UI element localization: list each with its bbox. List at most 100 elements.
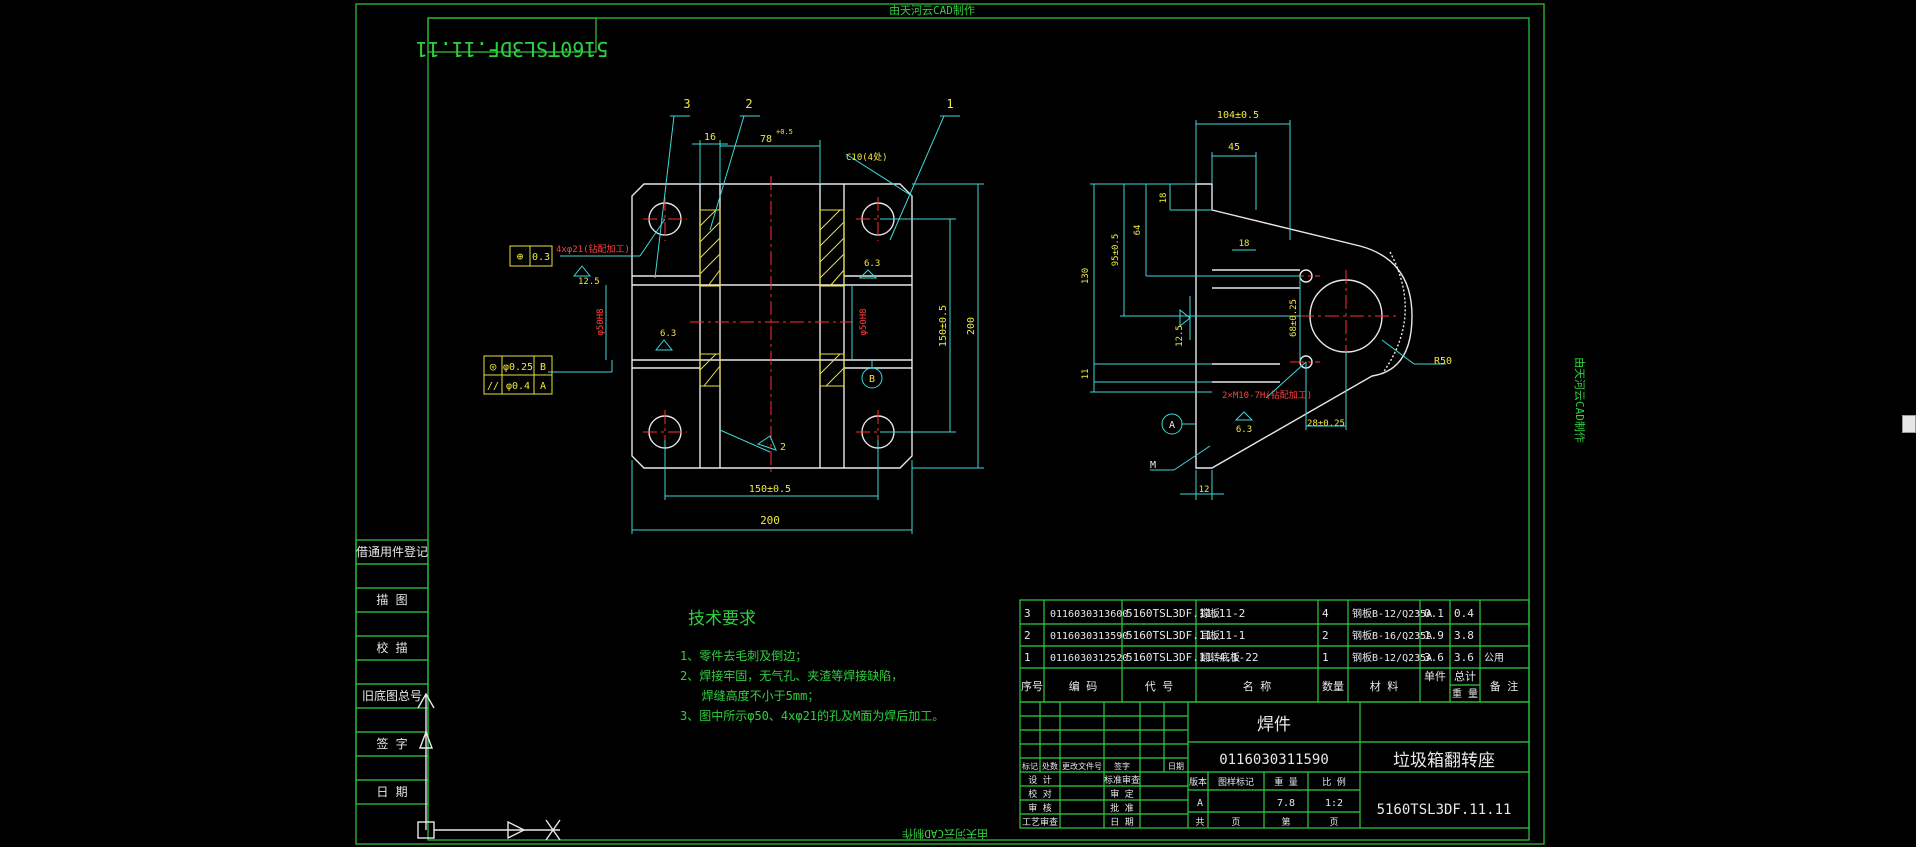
dim-text: R50 [1434,356,1452,367]
roughness-value: 12.5 [1175,325,1185,347]
scrollbar-thumb[interactable] [1902,415,1916,433]
bom-header-cell: 总计 [1454,669,1476,683]
dim-text: 95±0.5 [1111,234,1121,267]
title-block-label: 比 例 [1322,776,1345,788]
title-block-label: 签字 [1114,761,1130,771]
bom-cell: 4 [1322,607,1329,620]
bom-cell: 公用 [1484,653,1504,664]
watermark-side: 由天河云CAD制作 [1573,357,1587,443]
tol-datum: A [540,381,546,392]
dim-text: 12 [1199,485,1210,495]
bom-cell: 3.6 [1424,651,1444,664]
bom-cell: 1 [1024,651,1031,664]
bom-cell: 翻转底板 [1200,651,1240,664]
bom-cell: 0116030312520 [1050,653,1128,664]
bom-header-cell: 序号 [1021,679,1043,693]
tech-req-line: 2、焊接牢固，无气孔、夹渣等焊接缺陷， [680,668,903,683]
left-table-cell: 校 描 [376,640,407,655]
bom-cell: 钢板B-12/Q235A [1352,607,1432,620]
bom-header-cell: 备 注 [1490,679,1519,693]
title-block-label: 标记 [1022,761,1038,771]
surface-label: M [1150,460,1156,471]
title-block-label: 版本 [1189,776,1207,788]
dim-text: 18 [1239,239,1250,249]
bom-cell: 5160TSL3DF.11.11-2 [1126,607,1245,620]
part-code: 0116030311590 [1219,752,1329,768]
part-type: 焊件 [1257,715,1291,735]
bom-cell: 1.9 [1424,629,1444,642]
bom-cell: 3 [1024,607,1031,620]
front-view [483,115,984,534]
bom-cell: 2 [1322,629,1329,642]
roughness-value: 6.3 [1236,425,1252,435]
title-block-label: 审 定 [1110,788,1133,800]
left-table-cell: 借通用件登记 [356,544,428,559]
bom-cell: 0.4 [1454,607,1474,620]
side-view [1090,120,1446,500]
part-name: 垃圾箱翻转座 [1393,751,1495,771]
leader-label: 3 [683,97,690,111]
bom-cell: 3.6 [1454,651,1474,664]
dim-text: 18 [1159,193,1169,204]
dim-text: 150±0.5 [938,305,949,347]
tol-value: φ0.4 [506,381,530,392]
title-block-label: 第 [1281,816,1290,828]
leader-label: 1 [946,97,953,111]
tol-value: 0.3 [532,252,550,263]
roughness-value: 6.3 [660,329,676,339]
ucs-icon [417,692,561,841]
title-block-label: 页 [1329,817,1338,828]
title-block-label: 共 [1195,817,1204,828]
datum-label: B [869,374,875,385]
corner-stamp-text: 5160TSL3DF.11.11 [416,37,609,61]
title-block-label: 页 [1231,817,1240,828]
bom-cell: 钢板B-16/Q235A [1352,629,1432,642]
bom-header-cell: 材 料 [1370,679,1399,693]
dim-text: 45 [1228,142,1240,153]
tol-datum: B [540,362,546,373]
dim-text: C10(4处) [846,151,888,163]
thread-callout: 2×M10-7H(钻配加工) [1222,389,1312,401]
bom-header-cell: 数量 [1322,680,1344,693]
bom-cell: 撑板 [1200,607,1220,620]
bom-cell: 5160TSL3DF.11.11-1 [1126,629,1245,642]
title-block-label: 标准审查 [1104,774,1140,786]
tol-value: φ0.25 [503,362,533,373]
title-block-label: 日期 [1168,762,1184,771]
cad-drawing-canvas[interactable]: 由天河云CAD制作 由天河云CAD制作 由天河云CAD制作 5160TSL3DF… [0,0,1916,847]
leader-label: 2 [745,97,752,111]
bom-cell: 3.8 [1454,629,1474,642]
datum-label: A [1169,420,1175,431]
tol-symbol: ⊕ [517,250,524,263]
left-table-cell: 旧底图总号 [362,688,422,703]
roughness-value: 12.5 [578,277,600,287]
bom-header-cell: 名 称 [1243,679,1272,693]
dim-text: 28±0.25 [1307,419,1345,429]
dim-text: φ50H8 [596,308,606,335]
bom-cell: 0.1 [1424,607,1444,620]
bom-header-cell: 单件 [1424,670,1446,683]
dim-text: 11 [1081,369,1091,380]
watermark-bottom: 由天河云CAD制作 [902,827,988,841]
title-block-label: 工艺审查 [1022,816,1058,828]
bom-header-cell: 编 码 [1069,679,1098,693]
bom-header-cell: 重 量 [1452,687,1478,700]
dim-text: 130 [1081,268,1091,284]
title-block-label: 日 期 [1110,817,1133,828]
dim-text: 104±0.5 [1217,110,1259,121]
title-block-label: 图样标记 [1218,776,1254,788]
bom-cell: 2 [1024,629,1031,642]
title-block-label: 处数 [1042,761,1058,771]
dim-text: 150±0.5 [749,484,791,495]
drawing-number: 5160TSL3DF.11.11 [1377,802,1512,818]
dim-text: 200 [966,317,977,335]
tech-req-line: 焊缝高度不小于5mm； [680,688,819,703]
title-block-label: 审 核 [1028,802,1051,814]
corner-stamp: 5160TSL3DF.11.11 [416,17,609,61]
bom-cell: 钢板B-12/Q235A [1352,651,1432,664]
title-block-label: 重 量 [1274,776,1297,788]
bom-header-cell: 代 号 [1145,680,1174,693]
title-block-label: 校 对 [1028,788,1051,800]
dim-text: 64 [1133,225,1143,236]
tol-symbol: // [487,381,499,392]
